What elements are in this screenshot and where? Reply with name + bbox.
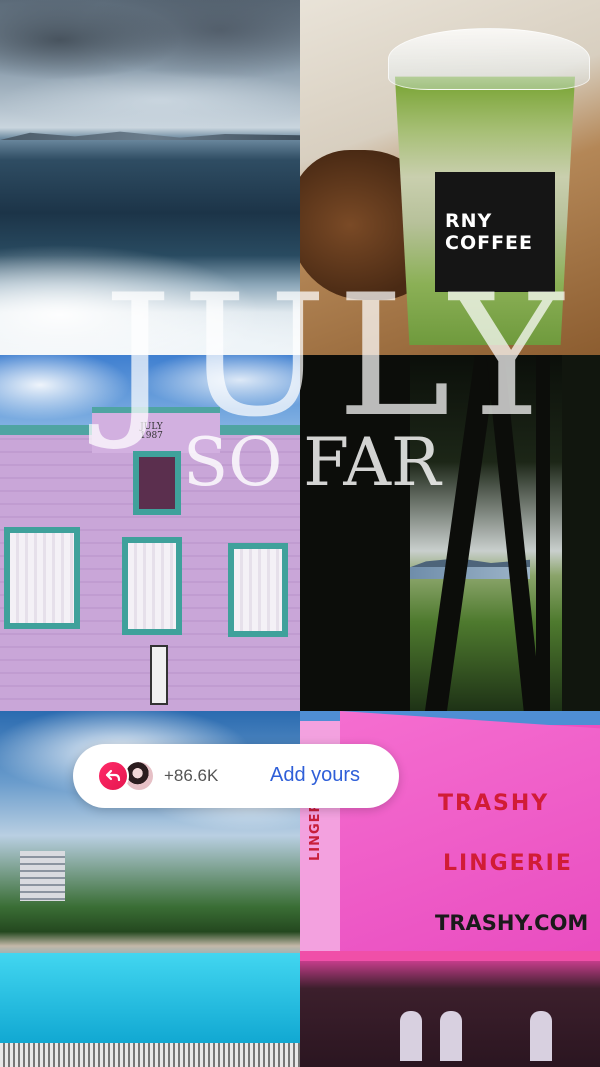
photo-matcha-coffee: RNY COFFEE [300, 0, 600, 355]
cup-label-line2: COFFEE [445, 232, 534, 254]
mannequin-1 [400, 1011, 422, 1061]
tree-trunk-3 [536, 355, 550, 711]
story-canvas: RNY COFFEE JULY 1987 LINGERIE TRASHY LIN… [0, 0, 600, 1067]
sky-clouds [0, 0, 300, 130]
cup-lid [388, 28, 590, 90]
mannequin-3 [530, 1011, 552, 1061]
participant-count: +86.6K [164, 766, 219, 785]
shop-sign-line2: LINGERIE [443, 851, 573, 876]
reply-arrow-icon [97, 760, 129, 792]
shop-url: TRASHY.COM [435, 911, 589, 935]
pool-water [0, 953, 300, 1043]
add-yours-button[interactable]: Add yours [270, 764, 360, 787]
photo-ocean-wake [0, 0, 300, 355]
hanging-sign [150, 645, 168, 705]
cup-label: RNY COFFEE [435, 172, 555, 292]
window-middle [122, 537, 182, 635]
window-right [228, 543, 288, 637]
photo-forest [300, 355, 600, 711]
building-pediment: JULY 1987 [92, 407, 220, 453]
building-date-sign: JULY 1987 [140, 423, 163, 441]
window-top [133, 451, 181, 515]
tree-right [562, 355, 600, 711]
tree-left [300, 355, 410, 711]
photo-grid: RNY COFFEE JULY 1987 LINGERIE TRASHY LIN… [0, 0, 600, 1067]
tree-trunk-1 [424, 355, 498, 711]
pool-grate [0, 1043, 300, 1067]
shop-sign-line1: TRASHY [438, 791, 550, 816]
boat-wake [0, 225, 300, 355]
building-sign-line2: 1987 [140, 431, 163, 441]
cup-label-line1: RNY [445, 210, 493, 232]
hotel-building [20, 851, 65, 901]
tree-trunk-2 [486, 355, 542, 711]
mannequin-2 [440, 1011, 462, 1061]
add-yours-sticker[interactable]: +86.6K Add yours [73, 744, 399, 808]
photo-pink-building: JULY 1987 [0, 355, 300, 711]
window-left [4, 527, 80, 629]
